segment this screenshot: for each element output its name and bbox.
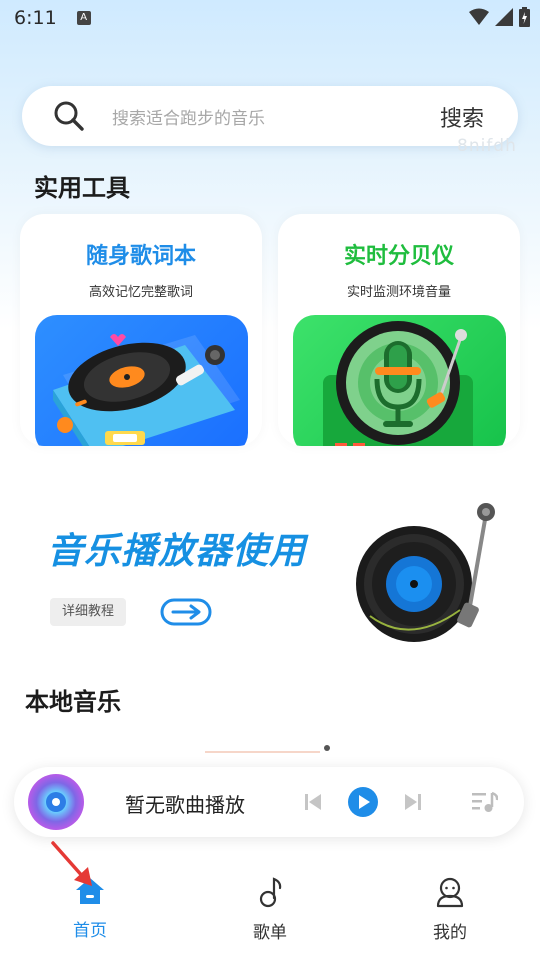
player-tutorial-banner[interactable]: 音乐播放器使用 详细教程 — [0, 478, 540, 658]
previous-track-icon[interactable] — [304, 792, 322, 812]
status-icons — [469, 7, 530, 27]
tab-mine-label: 我的 — [433, 923, 467, 943]
battery-icon — [519, 7, 530, 27]
decibel-meter-card[interactable]: 实时分贝仪 实时监测环境音量 — [278, 214, 520, 446]
status-bar: 6:11 A — [0, 0, 540, 36]
notification-badge: A — [76, 11, 91, 25]
tutorial-button[interactable]: 详细教程 — [50, 598, 126, 626]
playlist-icon[interactable] — [472, 791, 498, 813]
now-playing-text: 暂无歌曲播放 — [125, 793, 245, 817]
wifi-icon — [469, 8, 489, 25]
card-title: 实时分贝仪 — [343, 244, 454, 269]
album-cover[interactable] — [26, 772, 86, 832]
search-input[interactable]: 搜索适合跑步的音乐 — [112, 104, 265, 129]
search-bar[interactable]: 搜索适合跑步的音乐 搜索 — [22, 86, 518, 146]
tab-playlist[interactable]: 歌单 — [210, 876, 330, 943]
tools-section-title: 实用工具 — [34, 174, 130, 202]
status-time: 6:11 — [14, 7, 57, 29]
tab-playlist-label: 歌单 — [253, 923, 287, 943]
turntable-icon — [53, 334, 240, 446]
lyrics-notebook-card[interactable]: 随身歌词本 高效记忆完整歌词 — [20, 214, 262, 446]
local-music-section-title: 本地音乐 — [25, 688, 121, 716]
card-subtitle: 实时监测环境音量 — [346, 285, 451, 300]
tab-home-label: 首页 — [73, 921, 107, 941]
mini-player[interactable]: 暂无歌曲播放 — [14, 767, 524, 837]
local-music-preview — [205, 745, 330, 753]
microphone-icon — [323, 321, 473, 446]
arrow-right-icon[interactable] — [160, 598, 212, 626]
user-icon — [436, 877, 464, 908]
turntable-illustration — [35, 315, 248, 446]
search-icon — [54, 101, 84, 131]
watermark: 8nifdh — [457, 136, 517, 156]
music-note-icon — [259, 877, 282, 908]
vinyl-record-icon — [356, 503, 495, 642]
signal-icon — [495, 8, 513, 26]
tab-mine[interactable]: 我的 — [390, 876, 510, 943]
search-button[interactable]: 搜索 — [440, 101, 484, 133]
annotation-arrow-icon — [51, 841, 92, 886]
play-button[interactable] — [348, 787, 378, 817]
microphone-illustration — [293, 315, 506, 446]
card-title: 随身歌词本 — [85, 244, 196, 269]
next-track-icon[interactable] — [404, 792, 422, 812]
card-subtitle: 高效记忆完整歌词 — [88, 285, 193, 300]
banner-title: 音乐播放器使用 — [47, 531, 307, 572]
